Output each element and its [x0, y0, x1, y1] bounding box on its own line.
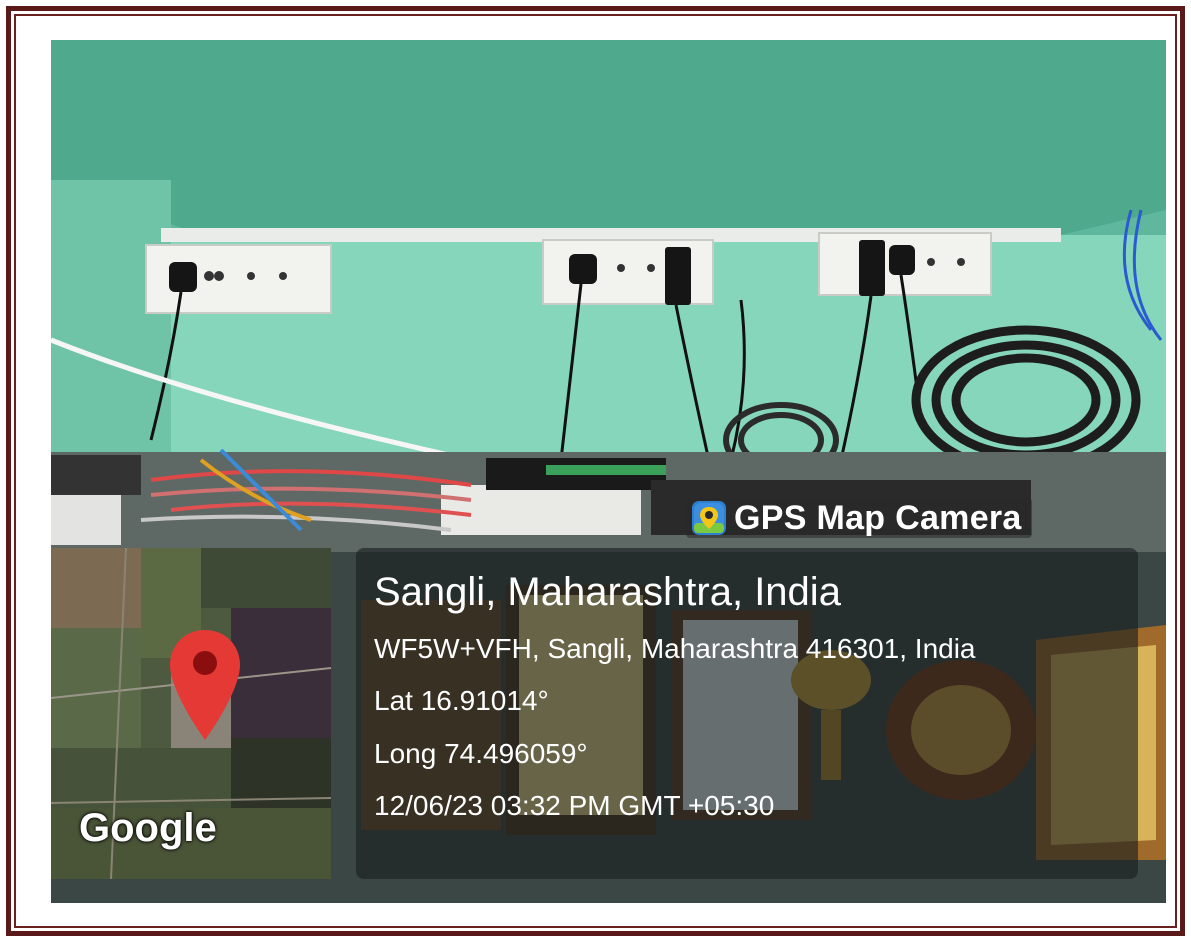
location-city: Sangli, Maharashtra, India [374, 570, 841, 614]
location-timestamp: 12/06/23 03:32 PM GMT +05:30 [374, 790, 775, 821]
location-address: WF5W+VFH, Sangli, Maharashtra 416301, In… [374, 633, 976, 664]
geotagged-photo: GPS Map Camera Google Sangli, Maharashtr… [51, 40, 1166, 903]
map-attribution: Google [79, 806, 217, 850]
gps-map-camera-icon [692, 501, 726, 535]
location-latitude: Lat 16.91014° [374, 685, 549, 716]
location-info-panel: Sangli, Maharashtra, India WF5W+VFH, San… [356, 548, 1138, 879]
app-watermark: GPS Map Camera [686, 498, 1032, 538]
app-name: GPS Map Camera [734, 498, 1022, 537]
mini-map: Google [51, 548, 331, 879]
location-longitude: Long 74.496059° [374, 738, 588, 769]
